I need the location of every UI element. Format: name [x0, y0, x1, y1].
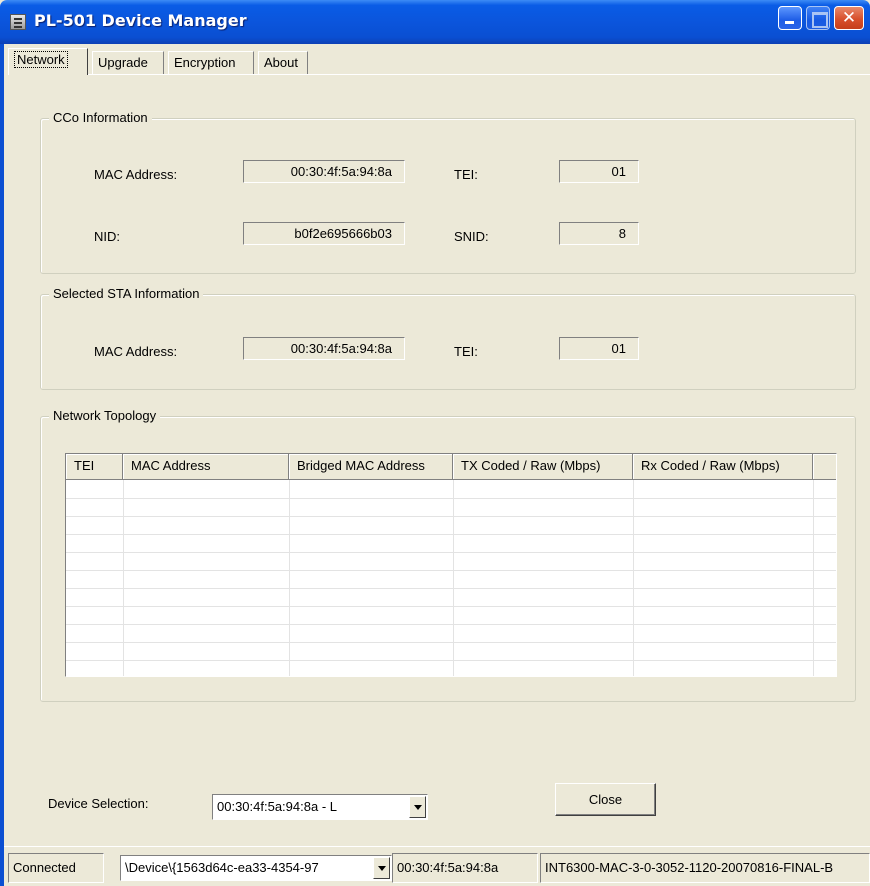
- status-firmware-version: INT6300-MAC-3-0-3052-1120-20070816-FINAL…: [540, 853, 870, 883]
- column-header-filler: [813, 454, 836, 480]
- sta-tei-label: TEI:: [454, 344, 478, 359]
- grid-line: [123, 480, 124, 676]
- tab-network[interactable]: Network: [8, 48, 88, 75]
- cco-tei-field: 01: [559, 160, 639, 183]
- status-mac-address: 00:30:4f:5a:94:8a: [392, 853, 538, 883]
- device-selection-dropdown[interactable]: 00:30:4f:5a:94:8a - L: [212, 794, 428, 820]
- sta-mac-field: 00:30:4f:5a:94:8a: [243, 337, 405, 360]
- minimize-button[interactable]: [778, 6, 802, 30]
- table-row[interactable]: [66, 624, 836, 625]
- close-button[interactable]: Close: [555, 783, 656, 816]
- sta-information-group: Selected STA Information MAC Address: 00…: [40, 286, 856, 390]
- close-icon: ✕: [841, 8, 857, 27]
- table-header: TEI MAC Address Bridged MAC Address TX C…: [66, 454, 836, 480]
- title-bar[interactable]: PL-501 Device Manager ✕: [0, 0, 870, 44]
- cco-snid-field: 8: [559, 222, 639, 245]
- client-area: Network Upgrade Encryption About CCo Inf…: [4, 44, 870, 886]
- table-row[interactable]: [66, 606, 836, 607]
- app-icon[interactable]: [10, 14, 26, 30]
- table-row[interactable]: [66, 642, 836, 643]
- topology-table[interactable]: TEI MAC Address Bridged MAC Address TX C…: [65, 453, 837, 677]
- sta-information-title: Selected STA Information: [49, 286, 204, 302]
- device-path-value: \Device\{1563d64c-ea33-4354-97: [125, 860, 319, 875]
- table-row[interactable]: [66, 660, 836, 661]
- tab-encryption[interactable]: Encryption: [168, 51, 254, 74]
- window-title: PL-501 Device Manager: [34, 11, 247, 30]
- grid-line: [289, 480, 290, 676]
- column-header-mac-address[interactable]: MAC Address: [123, 454, 289, 480]
- sta-mac-label: MAC Address:: [94, 344, 178, 359]
- tab-about[interactable]: About: [258, 51, 308, 74]
- chevron-down-icon[interactable]: [409, 796, 426, 818]
- grid-line: [453, 480, 454, 676]
- cco-mac-label: MAC Address:: [94, 167, 178, 182]
- grid-line: [813, 480, 814, 676]
- device-path-dropdown[interactable]: \Device\{1563d64c-ea33-4354-97: [120, 855, 392, 881]
- status-bar: Connected \Device\{1563d64c-ea33-4354-97…: [4, 846, 870, 886]
- cco-mac-field: 00:30:4f:5a:94:8a: [243, 160, 405, 183]
- grid-line: [633, 480, 634, 676]
- chevron-down-icon[interactable]: [373, 857, 390, 879]
- column-header-rx-rate[interactable]: Rx Coded / Raw (Mbps): [633, 454, 813, 480]
- table-row[interactable]: [66, 534, 836, 535]
- cco-nid-field: b0f2e695666b03: [243, 222, 405, 245]
- status-connection: Connected: [8, 853, 104, 883]
- table-row[interactable]: [66, 552, 836, 553]
- cco-information-group: CCo Information MAC Address: 00:30:4f:5a…: [40, 110, 856, 274]
- cco-information-title: CCo Information: [49, 110, 152, 126]
- table-row[interactable]: [66, 498, 836, 499]
- network-topology-title: Network Topology: [49, 408, 161, 424]
- column-header-tx-rate[interactable]: TX Coded / Raw (Mbps): [453, 454, 633, 480]
- close-window-button[interactable]: ✕: [834, 6, 864, 30]
- column-header-tei[interactable]: TEI: [66, 454, 123, 480]
- table-row[interactable]: [66, 516, 836, 517]
- table-row[interactable]: [66, 588, 836, 589]
- sta-tei-field: 01: [559, 337, 639, 360]
- column-header-bridged-mac[interactable]: Bridged MAC Address: [289, 454, 453, 480]
- tab-panel-border: [8, 74, 870, 75]
- device-selection-value: 00:30:4f:5a:94:8a - L: [217, 799, 337, 814]
- cco-snid-label: SNID:: [454, 229, 489, 244]
- cco-tei-label: TEI:: [454, 167, 478, 182]
- device-selection-label: Device Selection:: [48, 796, 149, 811]
- table-row[interactable]: [66, 570, 836, 571]
- tab-upgrade[interactable]: Upgrade: [92, 51, 164, 74]
- maximize-button[interactable]: [806, 6, 830, 30]
- cco-nid-label: NID:: [94, 229, 120, 244]
